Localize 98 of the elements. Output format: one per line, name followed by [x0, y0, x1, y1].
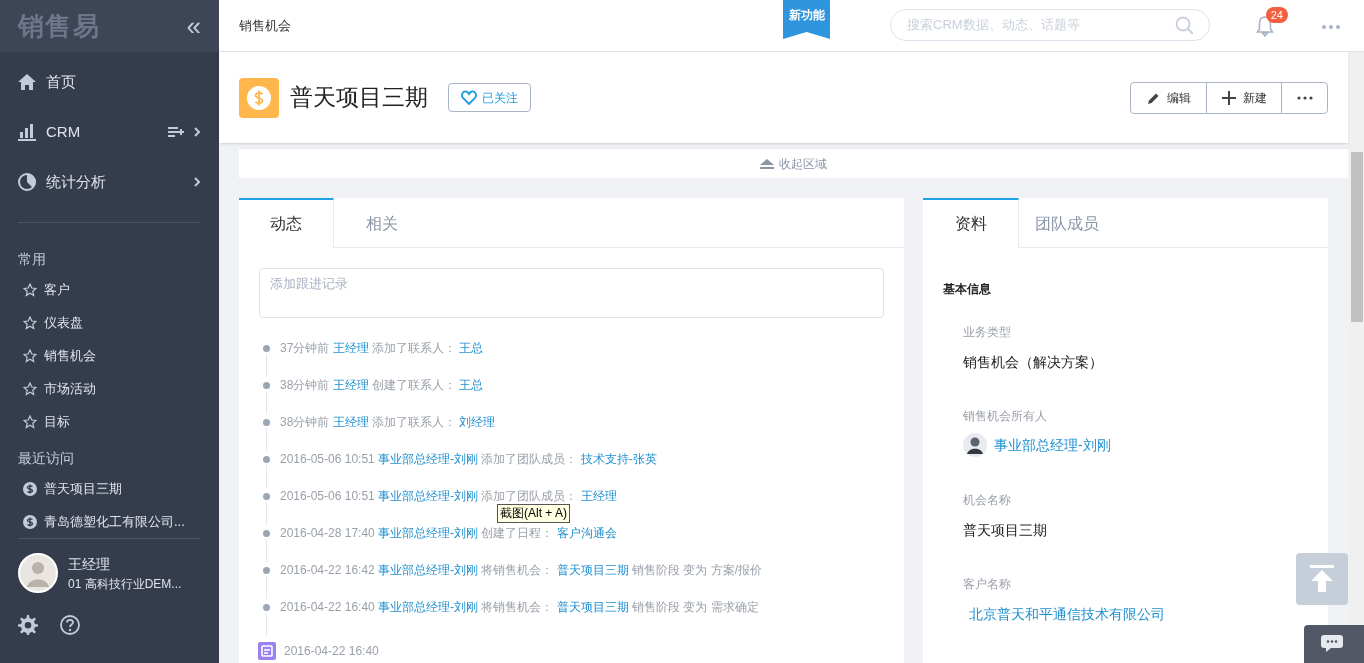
activity-entry: 2016-05-06 10:51 事业部总经理-刘刚 添加了团队成员： 王经理 [280, 488, 617, 504]
scrollbar[interactable] [1349, 52, 1364, 625]
activity-entry: 2016-04-22 16:40 事业部总经理-刘刚 将销售机会： 普天项目三期 销售阶段 变为 需求确定 [280, 599, 759, 615]
nav-item[interactable]: 首页 [0, 57, 219, 107]
help-button[interactable] [60, 615, 80, 635]
dollar-icon [246, 84, 272, 111]
star-icon [23, 381, 37, 396]
activity-link[interactable]: 王总 [459, 378, 484, 392]
activity-entry: 38分钟前 王经理 添加了联系人： 刘经理 [280, 414, 496, 430]
arrow-up-icon [1310, 565, 1334, 593]
activity-entry: 37分钟前 王经理 添加了联系人： 王总 [280, 340, 484, 356]
activity-entry: 2016-05-06 10:51 事业部总经理-刘刚 添加了团队成员： 技术支持-张英 [280, 451, 657, 467]
nav-item[interactable]: CRM [0, 107, 219, 157]
field-label: 客户名称 [963, 576, 1011, 593]
section-title: 最近访问 [17, 449, 75, 468]
favorite-item[interactable]: 市场活动 [0, 372, 219, 405]
field-value: 销售机会（解决方案） [963, 353, 1104, 372]
tab[interactable]: 资料 [923, 198, 1019, 248]
field-link[interactable]: 北京普天和平通信技术有限公司 [969, 604, 1165, 625]
recent-item[interactable]: 普天项目三期 [18, 472, 201, 505]
dollar-icon [23, 481, 37, 496]
bar-chart-icon [18, 123, 36, 141]
chevron-right-icon [194, 177, 201, 187]
action-button[interactable]: 编辑 [1131, 82, 1206, 113]
activity-entry: 2016-04-28 17:40 事业部总经理-刘刚 创建了日程： 客户沟通会 [280, 525, 617, 541]
nav-item[interactable]: 统计分析 [0, 157, 219, 207]
nav-label: 统计分析 [46, 171, 107, 192]
star-icon [23, 282, 37, 297]
section-title: 基本信息 [943, 281, 992, 298]
field-label: 销售机会所有人 [963, 408, 1047, 425]
collapse-bar[interactable]: 收起区域 [239, 148, 1348, 178]
dollar-icon [23, 514, 37, 529]
recent-item[interactable]: 青岛德塑化工有限公司... [18, 505, 201, 538]
field-label: 业务类型 [963, 324, 1011, 341]
collapse-button[interactable]: « [186, 13, 201, 39]
nav-label: 首页 [46, 71, 77, 92]
field-link[interactable]: 事业部总经理-刘刚 [994, 434, 1111, 456]
activity-entry: 2016-04-22 16:42 事业部总经理-刘刚 将销售机会： 普天项目三期 销售阶段 变为 方案/报价 [280, 562, 763, 578]
notification-badge: 24 [1265, 7, 1288, 23]
avatar [18, 553, 58, 593]
activity-link[interactable]: 事业部总经理-刘刚 [378, 563, 479, 577]
favorite-item[interactable]: 客户 [0, 273, 219, 306]
settings-button[interactable] [18, 615, 38, 635]
plus-icon [1221, 90, 1236, 105]
activity-link[interactable]: 事业部总经理-刘刚 [378, 452, 479, 466]
more-icon [1322, 25, 1340, 29]
notifications-button[interactable]: 24 [1256, 7, 1288, 37]
breadcrumb[interactable]: 销售机会 [239, 15, 291, 36]
activity-link[interactable]: 客户沟通会 [556, 526, 617, 540]
activity-link[interactable]: 刘经理 [459, 415, 496, 429]
home-icon [18, 73, 36, 91]
star-icon [23, 348, 37, 363]
collapse-label: 收起区域 [779, 155, 827, 173]
list-add-icon [168, 126, 184, 138]
user-organization: 01 高科技行业DEM... [68, 575, 182, 593]
favorite-item[interactable]: 仪表盘 [0, 306, 219, 339]
user-name: 王经理 [68, 554, 111, 574]
chat-button[interactable] [1304, 625, 1364, 663]
follow-button[interactable]: 已关注 [448, 83, 531, 112]
tab[interactable]: 动态 [239, 198, 334, 248]
new-feature-ribbon[interactable]: 新功能 [783, 0, 830, 39]
search-icon [1175, 16, 1193, 34]
tooltip: 截图(Alt + A) [497, 504, 570, 523]
activity-link[interactable]: 普天项目三期 [556, 600, 629, 614]
activity-link[interactable]: 技术支持-张英 [580, 452, 657, 466]
action-button[interactable]: 新建 [1206, 82, 1281, 113]
follow-up-input[interactable]: 添加跟进记录 [259, 268, 884, 318]
field-value: 普天项目三期 [963, 521, 1048, 540]
activity-entry: 38分钟前 王经理 创建了联系人： 王总 [280, 377, 484, 393]
favorite-item[interactable]: 目标 [0, 405, 219, 438]
activity-time: 2016-04-22 16:40 [284, 643, 379, 660]
star-icon [23, 315, 37, 330]
chevron-right-icon [194, 127, 201, 137]
star-icon [23, 414, 37, 429]
eject-icon [760, 158, 774, 169]
avatar [963, 433, 987, 457]
tab[interactable]: 团队成员 [1019, 198, 1114, 248]
tab[interactable]: 相关 [334, 198, 429, 248]
heart-icon [461, 90, 477, 105]
nav-label: CRM [46, 121, 82, 142]
activity-link[interactable]: 王总 [459, 341, 484, 355]
more-icon [1296, 95, 1313, 100]
help-icon [60, 615, 80, 635]
activity-link[interactable]: 王经理 [332, 415, 369, 429]
activity-link[interactable]: 事业部总经理-刘刚 [378, 600, 479, 614]
record-title: 普天项目三期 [290, 83, 428, 113]
activity-link[interactable]: 普天项目三期 [556, 563, 629, 577]
activity-link[interactable]: 事业部总经理-刘刚 [378, 489, 479, 503]
activity-link[interactable]: 王经理 [332, 341, 369, 355]
favorite-item[interactable]: 销售机会 [0, 339, 219, 372]
settings-icon [18, 615, 38, 635]
pie-chart-icon [18, 173, 36, 191]
section-title: 常用 [17, 250, 47, 269]
field-label: 机会名称 [963, 492, 1011, 509]
activity-link[interactable]: 事业部总经理-刘刚 [378, 526, 479, 540]
activity-link[interactable]: 王经理 [580, 489, 617, 503]
calendar-icon [258, 642, 276, 660]
activity-link[interactable]: 王经理 [332, 378, 369, 392]
